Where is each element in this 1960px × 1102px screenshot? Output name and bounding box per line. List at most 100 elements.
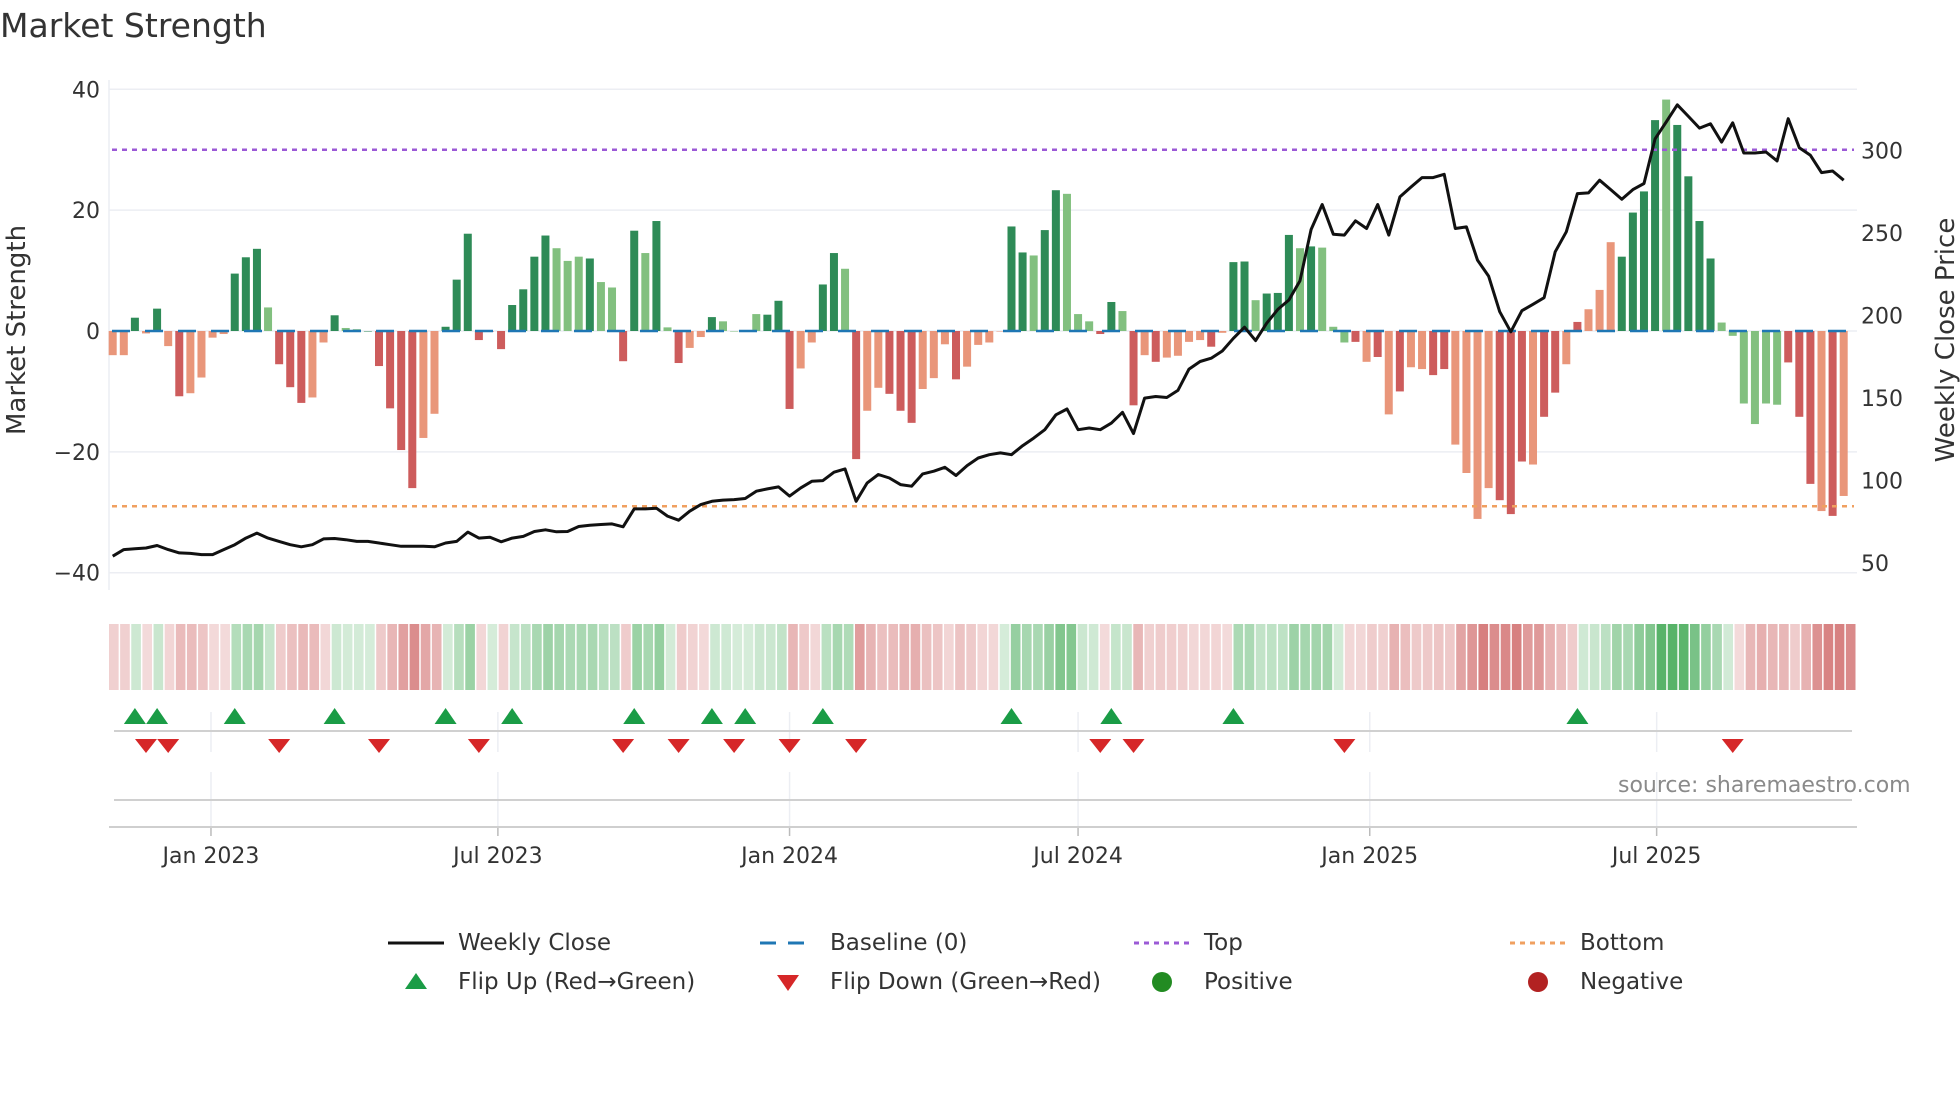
x-tick-label: Jul 2025 bbox=[1610, 844, 1702, 869]
strength-heat-cell bbox=[1634, 624, 1644, 690]
strength-heat-cell bbox=[576, 624, 587, 690]
strength-bar bbox=[1062, 193, 1071, 331]
strength-heat-cell bbox=[253, 624, 264, 690]
strength-heat-cell bbox=[1188, 624, 1199, 690]
strength-heat-cell bbox=[1344, 624, 1355, 690]
strength-heat-cell bbox=[420, 624, 431, 690]
strength-bar bbox=[1506, 331, 1515, 515]
strength-bar bbox=[963, 331, 972, 367]
strength-heat-cell bbox=[264, 624, 275, 690]
strength-bar bbox=[829, 253, 838, 331]
strength-heat-cell bbox=[509, 624, 520, 690]
strength-bar bbox=[474, 331, 483, 341]
strength-heat-cell bbox=[443, 624, 453, 690]
y2-tick-label: 200 bbox=[1861, 304, 1903, 329]
strength-heat-cell bbox=[799, 624, 809, 690]
strength-heat-cell bbox=[1623, 624, 1633, 690]
strength-heat-cell bbox=[1723, 624, 1734, 690]
strength-heat-cell bbox=[1478, 624, 1489, 690]
strength-bar bbox=[1684, 176, 1693, 331]
y2-tick-label: 100 bbox=[1861, 469, 1903, 494]
strength-heat-cell bbox=[1278, 624, 1288, 690]
strength-heat-cell bbox=[899, 624, 910, 690]
y-tick-label: −40 bbox=[54, 562, 100, 587]
strength-heat-cell bbox=[1077, 624, 1088, 690]
strength-heat-cell bbox=[1812, 624, 1823, 690]
strength-heat-cell bbox=[131, 624, 141, 690]
strength-bar bbox=[940, 331, 949, 345]
strength-heat-cell bbox=[242, 624, 253, 690]
strength-heat-cell bbox=[810, 624, 821, 690]
flip-up-marker bbox=[734, 708, 757, 724]
strength-bar bbox=[896, 331, 905, 411]
strength-heat-cell bbox=[932, 624, 943, 690]
strength-heat-cell bbox=[1489, 624, 1500, 690]
strength-bar bbox=[1773, 331, 1782, 405]
strength-heat-cell bbox=[1200, 624, 1210, 690]
flip-down-marker bbox=[467, 739, 490, 753]
strength-heat-cell bbox=[376, 624, 386, 690]
strength-heat-cell bbox=[788, 624, 798, 690]
strength-heat-cell bbox=[1311, 624, 1322, 690]
strength-bar bbox=[841, 268, 850, 331]
flip-up-marker bbox=[323, 708, 346, 724]
strength-heat-cell bbox=[1099, 624, 1110, 690]
strength-heat-cell bbox=[1522, 624, 1533, 690]
flip-down-marker bbox=[1333, 739, 1356, 753]
strength-bar bbox=[1739, 331, 1748, 404]
strength-heat-cell bbox=[1144, 624, 1155, 690]
strength-heat-cell bbox=[1500, 624, 1511, 690]
flip-down-marker bbox=[778, 739, 801, 753]
strength-heat-cell bbox=[1612, 624, 1622, 690]
strength-bar bbox=[1495, 331, 1504, 501]
strength-bar bbox=[319, 331, 328, 343]
strength-bar bbox=[252, 248, 261, 331]
strength-heat-cell bbox=[843, 624, 854, 690]
strength-heat-cell bbox=[342, 624, 353, 690]
flip-down-marker bbox=[612, 739, 635, 753]
flip-down-marker bbox=[723, 739, 746, 753]
x-tick-label: Jan 2025 bbox=[1319, 844, 1418, 869]
strength-bar bbox=[1240, 261, 1249, 331]
strength-bar bbox=[286, 331, 295, 388]
strength-heat-cell bbox=[699, 624, 709, 690]
strength-heat-cell bbox=[387, 624, 397, 690]
x-tick-label: Jul 2023 bbox=[451, 844, 543, 869]
strength-bar bbox=[153, 308, 162, 331]
strength-heat-cell bbox=[632, 624, 642, 690]
strength-bar bbox=[1140, 331, 1149, 356]
strength-heat-cell bbox=[1701, 624, 1711, 690]
strength-heat-cell bbox=[888, 624, 898, 690]
strength-bar bbox=[197, 331, 206, 378]
strength-bar bbox=[929, 331, 938, 379]
strength-bar bbox=[375, 331, 384, 367]
strength-bar bbox=[175, 331, 184, 397]
strength-bar bbox=[1218, 331, 1227, 333]
strength-bar bbox=[1473, 331, 1482, 519]
strength-bar bbox=[1207, 331, 1216, 347]
flip-up-marker bbox=[1000, 708, 1023, 724]
strength-bar bbox=[1340, 331, 1349, 343]
strength-bar bbox=[408, 331, 417, 489]
strength-bar bbox=[463, 233, 472, 331]
strength-heat-cell bbox=[1289, 624, 1299, 690]
strength-heat-cell bbox=[1667, 624, 1678, 690]
strength-heat-cell bbox=[587, 624, 598, 690]
strength-bar bbox=[1639, 191, 1648, 331]
strength-bar bbox=[497, 331, 506, 350]
flip-up-marker bbox=[1100, 708, 1123, 724]
strength-bar bbox=[541, 235, 550, 331]
strength-bar bbox=[1196, 331, 1205, 341]
strength-bar bbox=[1185, 331, 1194, 342]
strength-bar bbox=[1828, 331, 1837, 516]
strength-heat-cell bbox=[1678, 624, 1689, 690]
strength-bar bbox=[108, 331, 117, 356]
strength-bar bbox=[1107, 301, 1116, 331]
strength-heat-cell bbox=[320, 624, 331, 690]
strength-bar bbox=[264, 307, 273, 331]
strength-heat-cell bbox=[465, 624, 475, 690]
strength-bar bbox=[1706, 258, 1715, 331]
strength-heat-cell bbox=[1823, 624, 1834, 690]
strength-heat-cell bbox=[1211, 624, 1221, 690]
strength-heat-cell bbox=[765, 624, 776, 690]
